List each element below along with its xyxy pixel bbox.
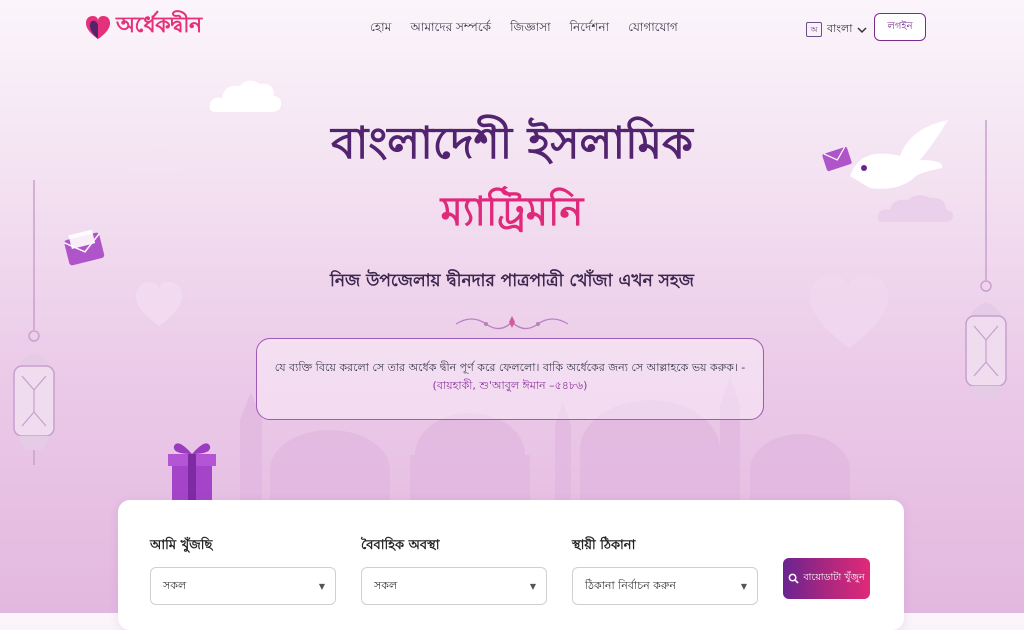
chevron-down-icon [857, 26, 867, 33]
address-value: ঠিকানা নির্বাচন করুন [585, 578, 676, 592]
nav-faq[interactable]: জিজ্ঞাসা [510, 19, 551, 39]
ornament-divider [455, 316, 569, 330]
caret-down-icon: ▼ [529, 581, 536, 591]
quote-text: যে ব্যক্তি বিয়ে করলো সে তার অর্ধেক দ্বী… [274, 361, 746, 374]
language-label: বাংলা [827, 22, 853, 35]
address-label: স্থায়ী ঠিকানা [572, 538, 636, 553]
top-navbar: অর্ধেকদ্বীন হোম আমাদের সম্পর্কে জিজ্ঞাসা… [0, 0, 1024, 54]
language-selector[interactable]: অ বাংলা [806, 20, 867, 39]
address-select[interactable]: ঠিকানা নির্বাচন করুন ▼ [572, 567, 758, 605]
marital-status-field: বৈবাহিক অবস্থা সকল ▼ [361, 536, 547, 605]
nav-contact[interactable]: যোগাযোগ [628, 19, 678, 39]
search-card: আমি খুঁজছি সকল ▼ বৈবাহিক অবস্থা সকল ▼ স্… [118, 500, 904, 630]
site-logo[interactable]: অর্ধেকদ্বীন [84, 8, 202, 45]
logo-text: অর্ধেকদ্বীন [116, 13, 202, 38]
hero-title: বাংলাদেশী ইসলামিক [331, 118, 693, 169]
search-icon [788, 573, 799, 584]
login-button[interactable]: লগইন [874, 13, 926, 41]
quote-reference: (বায়হাকী, শু'আবুল ঈমান –৫৪৮৬) [432, 379, 588, 393]
caret-down-icon: ▼ [318, 581, 325, 591]
cloud-icon [209, 80, 282, 112]
translate-icon: অ [806, 22, 822, 37]
heart-logo-icon [85, 15, 111, 39]
marital-status-select[interactable]: সকল ▼ [361, 567, 547, 605]
hero-tagline: নিজ উপজেলায় দ্বীনদার পাত্রপাত্রী খোঁজা … [329, 271, 694, 291]
looking-for-value: সকল [163, 578, 187, 592]
marital-status-label: বৈবাহিক অবস্থা [361, 538, 440, 553]
looking-for-label: আমি খুঁজছি [150, 538, 213, 553]
main-nav: হোম আমাদের সম্পর্কে জিজ্ঞাসা নির্দেশনা য… [370, 19, 678, 39]
address-field: স্থায়ী ঠিকানা ঠিকানা নির্বাচন করুন ▼ [572, 536, 758, 605]
search-button-label: বায়োডাটা খুঁজুন [803, 572, 865, 583]
marital-status-value: সকল [374, 578, 398, 592]
gift-icon [168, 443, 216, 502]
looking-for-field: আমি খুঁজছি সকল ▼ [150, 536, 336, 605]
hero-subtitle: ম্যাট্রিমনি [440, 189, 584, 235]
hadith-quote-box: যে ব্যক্তি বিয়ে করলো সে তার অর্ধেক দ্বী… [256, 338, 764, 420]
nav-guide[interactable]: নির্দেশনা [570, 19, 609, 39]
looking-for-select[interactable]: সকল ▼ [150, 567, 336, 605]
nav-about[interactable]: আমাদের সম্পর্কে [410, 19, 491, 39]
nav-home[interactable]: হোম [370, 19, 391, 39]
caret-down-icon: ▼ [740, 581, 747, 591]
search-biodata-button[interactable]: বায়োডাটা খুঁজুন [783, 558, 870, 599]
